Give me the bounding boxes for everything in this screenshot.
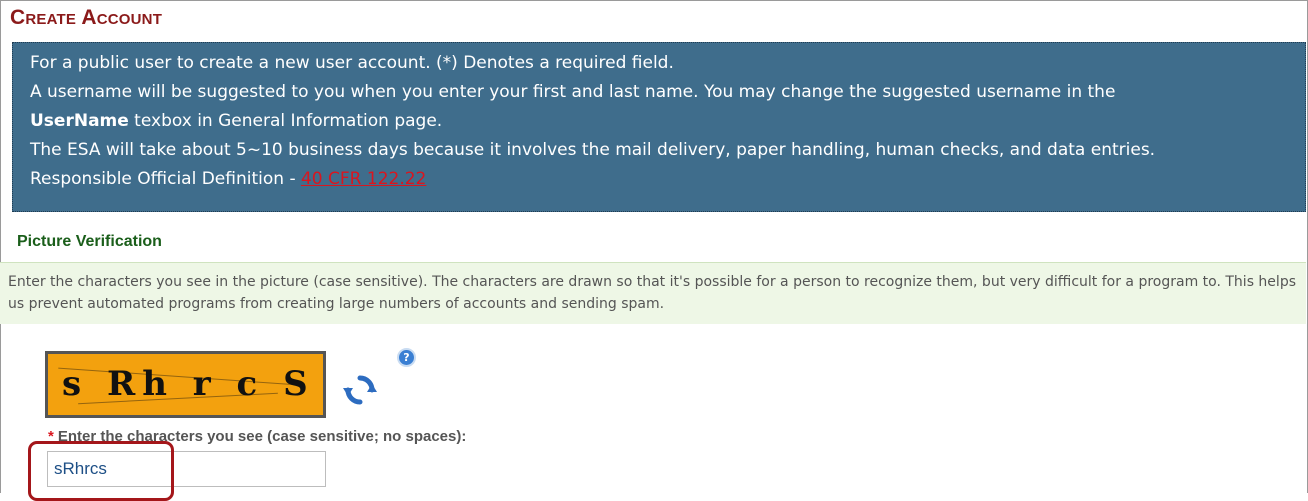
- refresh-icon[interactable]: [342, 372, 378, 408]
- captcha-label-text: Enter the characters you see (case sensi…: [57, 428, 467, 445]
- captcha-field-label: * Enter the characters you see (case sens…: [48, 428, 466, 445]
- info-line-username-cont: UserName texbox in General Information p…: [30, 107, 1305, 136]
- captcha-image: s Rh r c S: [45, 351, 326, 418]
- captcha-input[interactable]: [47, 451, 326, 487]
- definition-prefix: Responsible Official Definition -: [30, 169, 301, 189]
- section-title: Picture Verification: [17, 233, 162, 250]
- username-term: UserName: [30, 111, 129, 131]
- cfr-link[interactable]: 40 CFR 122.22: [301, 169, 426, 189]
- username-term-rest: texbox in General Information page.: [128, 111, 443, 131]
- page-title: Create Account: [10, 6, 163, 29]
- captcha-text: s Rh r c S: [62, 364, 315, 404]
- info-line-definition: Responsible Official Definition - 40 CFR…: [30, 165, 1305, 194]
- required-marker: *: [48, 428, 54, 445]
- section-description: Enter the characters you see in the pict…: [0, 262, 1306, 324]
- info-panel: For a public user to create a new user a…: [12, 42, 1306, 212]
- info-line-username: A username will be suggested to you when…: [30, 82, 1116, 102]
- help-icon[interactable]: ?: [397, 348, 416, 367]
- info-line-required: For a public user to create a new user a…: [30, 53, 674, 73]
- info-line-processing: The ESA will take about 5~10 business da…: [30, 140, 1156, 160]
